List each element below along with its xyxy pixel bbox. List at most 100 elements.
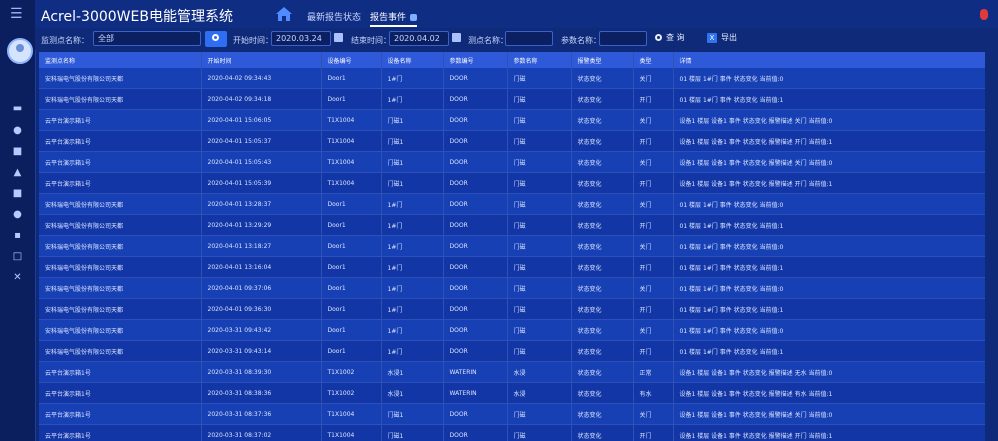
menu-icon[interactable]: ☰ [10,6,23,22]
table-cell: 状态变化 [571,130,634,152]
table-cell: Door1 [321,256,382,278]
table-cell: 状态变化 [571,319,634,341]
table-row[interactable]: 云平台演示箱1号 2020-03-31 08:37:36 T1X1004 门磁1 DOO… [39,403,985,425]
table-cell: 开门 [633,130,674,152]
table-cell: 水浸 [507,361,572,383]
table-cell: 门磁1 [381,172,444,194]
table-row[interactable]: 云平台演示箱1号 2020-03-31 08:37:02 T1X1004 门磁1 DOO… [39,424,985,441]
column-header[interactable]: 监测点名称 [39,52,202,68]
table-header-row: 监测点名称 开始时间 设备编号 设备名称 参数编号 参数名称 报警类型 类型 详… [39,52,985,68]
column-header[interactable]: 设备编号 [321,52,382,68]
table-cell: 1#门 [381,277,444,299]
table-cell: 1#门 [381,88,444,110]
table-cell: 关门 [633,277,674,299]
table-cell: 门磁 [507,319,572,341]
table-cell: T1X1002 [321,382,382,404]
table-cell: DOOR [443,403,508,425]
table-cell: 状态变化 [571,298,634,320]
network-icon[interactable]: ▪ [11,231,24,241]
table-row[interactable]: 安科瑞电气股份有限公司天都 2020-04-01 13:28:37 Door1 1#门… [39,193,985,215]
column-header[interactable]: 参数编号 [443,52,508,68]
table-cell: 安科瑞电气股份有限公司天都 [39,319,202,341]
table-cell: 水浸 [507,382,572,404]
table-row[interactable]: 安科瑞电气股份有限公司天都 2020-04-01 09:36:30 Door1 1#门… [39,298,985,320]
table-cell: 状态变化 [571,193,634,215]
site-select[interactable]: 全部 [93,31,201,46]
table-cell: 门磁 [507,172,572,194]
user-icon[interactable]: ● [11,210,24,220]
table-cell: 安科瑞电气股份有限公司天都 [39,214,202,236]
table-row[interactable]: 安科瑞电气股份有限公司天都 2020-04-01 09:37:06 Door1 1#门… [39,277,985,299]
folder-icon[interactable]: ■ [11,147,24,157]
table-cell: 云平台演示箱1号 [39,403,202,425]
chat-icon[interactable]: ▬ [11,104,24,114]
tab-latest-status[interactable]: 最新报告状态 [307,10,361,23]
avatar[interactable] [7,38,33,64]
table-cell: 01 楼层 1#门 事件 状态变化 当前值:1 [673,256,985,278]
table-row[interactable]: 云平台演示箱1号 2020-04-01 15:05:39 T1X1004 门磁1 DOO… [39,172,985,194]
table-cell: 开门 [633,214,674,236]
table-cell: 状态变化 [571,424,634,441]
document-icon[interactable]: ■ [11,189,24,199]
table-row[interactable]: 云平台演示箱1号 2020-03-31 08:39:30 T1X1002 水浸1 WAT… [39,361,985,383]
edit-icon[interactable]: □ [11,252,24,262]
table-cell: 关门 [633,151,674,173]
tab-close-icon[interactable] [410,14,418,21]
table-row[interactable]: 云平台演示箱1号 2020-04-01 15:06:05 T1X1004 门磁1 DOO… [39,109,985,131]
table-cell: 状态变化 [571,235,634,257]
table-cell: 2020-03-31 09:43:42 [201,319,322,341]
table-row[interactable]: 安科瑞电气股份有限公司天都 2020-04-02 09:34:18 Door1 1#门… [39,88,985,110]
table-cell: 2020-04-01 09:36:30 [201,298,322,320]
table-cell: 2020-04-01 15:05:43 [201,151,322,173]
table-row[interactable]: 安科瑞电气股份有限公司天都 2020-03-31 09:43:14 Door1 1#门… [39,340,985,362]
table-cell: 2020-04-01 13:18:27 [201,235,322,257]
chart-icon[interactable]: ▲ [11,168,24,178]
tool-icon[interactable]: ✕ [11,273,24,283]
column-header[interactable]: 详情 [673,52,985,68]
table-cell: 01 楼层 1#门 事件 状态变化 当前值:0 [673,68,985,89]
table-cell: 关门 [633,235,674,257]
table-cell: 关门 [633,109,674,131]
record-icon[interactable] [980,9,988,20]
column-header[interactable]: 开始时间 [201,52,322,68]
param-name-input[interactable] [599,31,647,46]
query-button[interactable]: 查 询 [655,32,685,43]
table-row[interactable]: 安科瑞电气股份有限公司天都 2020-03-31 09:43:42 Door1 1#门… [39,319,985,341]
table-cell: 01 楼层 1#门 事件 状态变化 当前值:1 [673,88,985,110]
table-cell: 开门 [633,256,674,278]
table-cell: 1#门 [381,235,444,257]
top-bar: Acrel-3000WEB电能管理系统 最新报告状态 报告事件 [35,0,998,28]
table-cell: 状态变化 [571,109,634,131]
column-header[interactable]: 类型 [633,52,674,68]
column-header[interactable]: 参数名称 [507,52,572,68]
search-button[interactable] [205,31,227,47]
table-row[interactable]: 云平台演示箱1号 2020-04-01 15:05:43 T1X1004 门磁1 DOO… [39,151,985,173]
column-header[interactable]: 报警类型 [571,52,634,68]
table-cell: 1#门 [381,193,444,215]
calendar-icon[interactable] [452,33,461,42]
calendar-icon[interactable] [334,33,343,42]
table-row[interactable]: 云平台演示箱1号 2020-03-31 08:38:36 T1X1002 水浸1 WAT… [39,382,985,404]
point-name-input[interactable] [505,31,553,46]
table-cell: 2020-03-31 08:37:02 [201,424,322,441]
export-button[interactable]: X 导出 [707,32,737,43]
table-row[interactable]: 安科瑞电气股份有限公司天都 2020-04-02 09:34:43 Door1 1#门… [39,68,985,89]
table-cell: 设备1 楼层 设备1 事件 状态变化 报警描述 有水 当前值:1 [673,382,985,404]
start-time-input[interactable]: 2020.03.24 [271,31,331,46]
search-icon [655,34,662,41]
table-row[interactable]: 安科瑞电气股份有限公司天都 2020-04-01 13:16:04 Door1 1#门… [39,256,985,278]
home-icon[interactable] [275,6,293,22]
column-header[interactable]: 设备名称 [381,52,444,68]
table-cell: 门磁1 [381,151,444,173]
tab-report-events[interactable]: 报告事件 [370,10,418,27]
mic-icon[interactable]: ● [11,126,24,136]
table-cell: 正常 [633,361,674,383]
end-time-input[interactable]: 2020.04.02 [389,31,449,46]
table-cell: 门磁1 [381,424,444,441]
table-row[interactable]: 安科瑞电气股份有限公司天都 2020-04-01 13:29:29 Door1 1#门… [39,214,985,236]
table-row[interactable]: 安科瑞电气股份有限公司天都 2020-04-01 13:18:27 Door1 1#门… [39,235,985,257]
table-cell: 安科瑞电气股份有限公司天都 [39,68,202,89]
table-row[interactable]: 云平台演示箱1号 2020-04-01 15:05:37 T1X1004 门磁1 DOO… [39,130,985,152]
table-cell: 设备1 楼层 设备1 事件 状态变化 报警描述 关门 当前值:0 [673,151,985,173]
table-cell: 门磁 [507,277,572,299]
